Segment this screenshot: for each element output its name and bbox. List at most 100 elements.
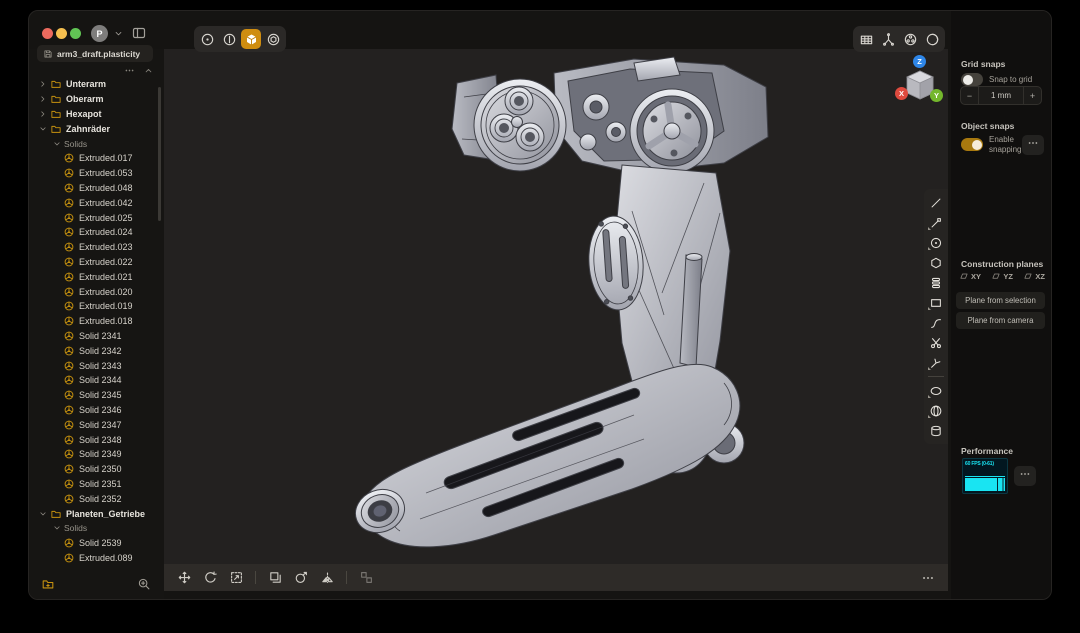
viewcube-axis-x[interactable]: X	[895, 87, 908, 100]
tree-item-label: Solids	[64, 139, 87, 149]
move-tool[interactable]	[174, 568, 194, 588]
view-cube[interactable]: Z X Y	[897, 55, 943, 113]
tree-item[interactable]: Extruded.048	[29, 181, 160, 196]
close-window-button[interactable]	[42, 28, 53, 39]
tree-item[interactable]: Solid 2342	[29, 343, 160, 358]
plane-xz-button[interactable]: XZ	[1023, 271, 1045, 281]
extend-tool[interactable]	[926, 353, 946, 372]
chevron-right-icon[interactable]	[37, 79, 49, 89]
tree-item[interactable]: Solid 2539	[29, 536, 160, 551]
array-tool[interactable]	[356, 568, 376, 588]
more-icon[interactable]	[124, 65, 135, 76]
viewcube-axis-z[interactable]: Z	[913, 55, 926, 68]
tree-item[interactable]: Solid 2341	[29, 329, 160, 344]
avatar[interactable]: P	[91, 25, 108, 42]
tree-item[interactable]: Unterarm	[29, 77, 160, 92]
collapse-icon[interactable]	[143, 65, 154, 76]
duplicate-tool[interactable]	[265, 568, 285, 588]
boolean-tool[interactable]	[291, 568, 311, 588]
select-point-button[interactable]	[197, 29, 217, 49]
ellipse-tool[interactable]	[926, 381, 946, 400]
tree-item[interactable]: Oberarm	[29, 92, 160, 107]
mirror-tool[interactable]	[317, 568, 337, 588]
tree-item[interactable]: Extruded.022	[29, 255, 160, 270]
tree-item[interactable]: Solid 2348	[29, 432, 160, 447]
cylinder-tool[interactable]	[926, 421, 946, 440]
chevron-down-icon[interactable]	[37, 124, 49, 134]
tree-item[interactable]: Extruded.019	[29, 299, 160, 314]
plane-from-camera-button[interactable]: Plane from camera	[956, 312, 1045, 329]
chevron-down-icon[interactable]	[113, 28, 124, 39]
sphere-tool[interactable]	[926, 401, 946, 420]
plane-yz-button[interactable]: YZ	[991, 271, 1013, 281]
tree-item[interactable]: Extruded.053	[29, 166, 160, 181]
tree-item[interactable]: Extruded.017	[29, 151, 160, 166]
tree-item[interactable]: Extruded.089	[29, 551, 160, 566]
model-3d-robot-arm[interactable]	[164, 49, 948, 564]
enable-snapping-toggle[interactable]	[961, 138, 983, 151]
gizmo-axes-button[interactable]	[878, 29, 898, 49]
trim-tool[interactable]	[926, 333, 946, 352]
tree-item[interactable]: Extruded.042	[29, 195, 160, 210]
object-snaps-more-button[interactable]	[1022, 135, 1044, 155]
tree-item[interactable]: Zahnräder	[29, 121, 160, 136]
chevron-down-icon[interactable]	[37, 509, 49, 519]
grid-size-value[interactable]: 1 mm	[978, 87, 1024, 104]
file-chip[interactable]: arm3_draft.plasticity	[37, 45, 153, 62]
tree-item[interactable]: Extruded.021	[29, 269, 160, 284]
tree-item[interactable]: Planeten_Getriebe	[29, 506, 160, 521]
chevron-right-icon[interactable]	[37, 94, 49, 104]
grid-toggle-button[interactable]	[856, 29, 876, 49]
polygon-tool[interactable]	[926, 253, 946, 272]
environment-button[interactable]	[922, 29, 942, 49]
tree-item[interactable]: Solid 2349	[29, 447, 160, 462]
grid-size-increment-button[interactable]: +	[1024, 87, 1041, 104]
tree-item[interactable]: Extruded.025	[29, 210, 160, 225]
tree-item-label: Solid 2344	[79, 375, 122, 385]
tree-item[interactable]: Solids	[29, 521, 160, 536]
spline-tool[interactable]	[926, 313, 946, 332]
center-circle-tool[interactable]	[926, 233, 946, 252]
tree-item[interactable]: Solids	[29, 136, 160, 151]
viewport-more-button[interactable]	[918, 568, 938, 588]
snap-to-grid-toggle[interactable]	[961, 73, 983, 86]
chevron-down-icon[interactable]	[51, 523, 63, 533]
tree-item[interactable]: Extruded.023	[29, 240, 160, 255]
tree-item[interactable]: Solid 2347	[29, 417, 160, 432]
render-mode-button[interactable]	[900, 29, 920, 49]
tree-item[interactable]: Solid 2350	[29, 462, 160, 477]
tree-item[interactable]: Hexapot	[29, 107, 160, 122]
tree-item[interactable]: Solid 2346	[29, 403, 160, 418]
scale-tool[interactable]	[226, 568, 246, 588]
select-edge-button[interactable]	[219, 29, 239, 49]
chevron-down-icon[interactable]	[51, 139, 63, 149]
rotate-tool[interactable]	[200, 568, 220, 588]
chevron-right-icon[interactable]	[37, 109, 49, 119]
select-face-button[interactable]	[263, 29, 283, 49]
performance-more-button[interactable]	[1014, 466, 1036, 486]
tree-item[interactable]: Solid 2343	[29, 358, 160, 373]
toggle-sidebar-icon[interactable]	[131, 25, 147, 41]
tree-item[interactable]: Extruded.020	[29, 284, 160, 299]
select-body-button[interactable]	[241, 29, 261, 49]
plane-xy-button[interactable]: XY	[959, 271, 981, 281]
viewcube-axis-y[interactable]: Y	[930, 89, 943, 102]
tree-item[interactable]: Solid 2344	[29, 373, 160, 388]
grid-size-decrement-button[interactable]: −	[961, 87, 978, 104]
plane-from-selection-button[interactable]: Plane from selection	[956, 292, 1045, 309]
sidebar-scrollbar[interactable]	[158, 87, 161, 221]
curve-tool[interactable]	[926, 213, 946, 232]
zoom-window-button[interactable]	[70, 28, 81, 39]
rectangle-tool[interactable]	[926, 293, 946, 312]
tree-item[interactable]: Extruded.018	[29, 314, 160, 329]
line-tool[interactable]	[926, 193, 946, 212]
tree-item[interactable]: Extruded.024	[29, 225, 160, 240]
tree-item[interactable]: Solid 2352	[29, 491, 160, 506]
tree-item[interactable]: Solid 2345	[29, 388, 160, 403]
minimize-window-button[interactable]	[56, 28, 67, 39]
search-icon[interactable]	[137, 577, 151, 591]
viewport-canvas[interactable]	[164, 49, 948, 564]
new-folder-icon[interactable]	[41, 577, 55, 591]
tree-item[interactable]: Solid 2351	[29, 477, 160, 492]
loft-tool[interactable]	[926, 273, 946, 292]
